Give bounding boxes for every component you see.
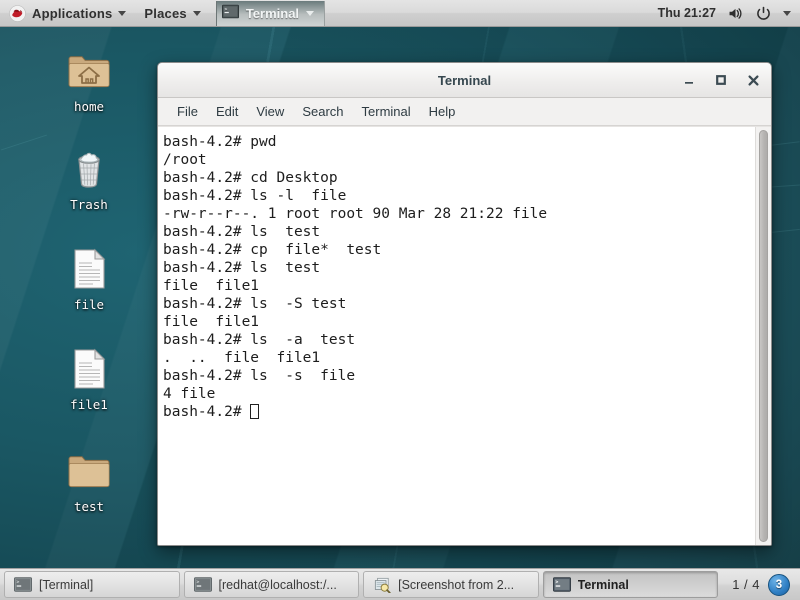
- desktop-icon-label: file: [73, 297, 105, 312]
- power-icon[interactable]: [755, 5, 772, 22]
- close-button[interactable]: [745, 72, 761, 88]
- desktop-icon-label: Trash: [70, 197, 108, 212]
- minimize-button[interactable]: [681, 72, 697, 88]
- applications-menu-label: Applications: [32, 5, 113, 21]
- terminal-line: -rw-r--r--. 1 root root 90 Mar 28 21:22 …: [163, 206, 548, 222]
- terminal-line: bash-4.2# cd Desktop: [163, 170, 338, 186]
- places-menu-label: Places: [144, 5, 187, 21]
- taskbar-item-label: [Screenshot from 2...: [398, 577, 515, 592]
- terminal-prompt: bash-4.2#: [163, 404, 251, 420]
- chevron-down-icon: [306, 10, 315, 16]
- volume-icon[interactable]: [727, 5, 744, 22]
- desktop-icon-test[interactable]: test: [41, 447, 137, 514]
- places-menu[interactable]: Places: [135, 1, 209, 26]
- top-panel-status-area: Thu 21:27: [658, 5, 800, 22]
- redhat-logo-icon: [9, 4, 26, 22]
- taskbar-item-label: [redhat@localhost:/...: [218, 577, 337, 592]
- desktop-icon-trash[interactable]: Trash: [41, 145, 137, 212]
- folder-icon: [65, 447, 113, 495]
- menu-view[interactable]: View: [247, 100, 293, 123]
- terminal-titlebar[interactable]: Terminal: [158, 63, 771, 98]
- terminal-line: bash-4.2# ls test: [163, 224, 321, 240]
- desktop-icon-label: home: [73, 99, 105, 114]
- workspace-switcher[interactable]: 1 / 4 3: [726, 573, 796, 596]
- bottom-panel: > [Terminal] > [redhat@localhost:/... [S…: [0, 568, 800, 600]
- chevron-down-icon[interactable]: [783, 10, 791, 16]
- svg-text:>: >: [224, 7, 227, 13]
- desktop-screen: Applications Places > Terminal Thu 21:27: [0, 0, 800, 600]
- terminal-scrollbar[interactable]: [755, 127, 771, 545]
- chevron-down-icon: [118, 10, 127, 16]
- desktop-icon-label: test: [73, 499, 105, 514]
- applications-menu[interactable]: Applications: [0, 1, 135, 26]
- top-window-label: Terminal: [245, 5, 300, 21]
- terminal-icon: >: [552, 577, 571, 592]
- terminal-menubar: File Edit View Search Terminal Help: [158, 98, 771, 126]
- notification-badge[interactable]: 3: [767, 573, 790, 596]
- workspace-count: 1 / 4: [732, 577, 760, 592]
- terminal-icon: >: [193, 577, 212, 592]
- terminal-icon: >: [221, 4, 239, 22]
- terminal-line: bash-4.2# ls test: [163, 260, 321, 276]
- terminal-cursor: [250, 404, 260, 419]
- scrollbar-thumb[interactable]: [759, 130, 768, 542]
- top-panel: Applications Places > Terminal Thu 21:27: [0, 0, 800, 27]
- terminal-line: bash-4.2# ls -S test: [163, 296, 347, 312]
- terminal-line: bash-4.2# cp file* test: [163, 242, 382, 258]
- trash-icon: [65, 145, 113, 193]
- taskbar-item-terminal-1[interactable]: > [Terminal]: [4, 571, 180, 598]
- menu-file[interactable]: File: [168, 100, 207, 123]
- terminal-line: bash-4.2# pwd: [163, 134, 277, 150]
- menu-edit[interactable]: Edit: [207, 100, 247, 123]
- svg-text:>: >: [555, 580, 558, 586]
- taskbar-item-label: Terminal: [577, 577, 629, 592]
- terminal-line: file file1: [163, 278, 260, 294]
- terminal-line: bash-4.2# ls -l file: [163, 188, 347, 204]
- terminal-output[interactable]: bash-4.2# pwd/root bash-4.2# cd Desktop ba…: [158, 127, 755, 545]
- taskbar-item-terminal-active[interactable]: > Terminal: [542, 571, 719, 598]
- window-title: Terminal: [437, 72, 492, 88]
- taskbar-item-label: [Terminal]: [39, 577, 94, 592]
- terminal-line: bash-4.2# ls -s file: [163, 368, 356, 384]
- terminal-line: bash-4.2# ls -a test: [163, 332, 356, 348]
- terminal-prompt-line[interactable]: bash-4.2#: [163, 403, 755, 421]
- clock[interactable]: Thu 21:27: [658, 6, 716, 20]
- window-controls: [681, 63, 761, 97]
- terminal-window[interactable]: Terminal File Edit View Search Terminal …: [157, 62, 772, 546]
- document-icon: [65, 345, 113, 393]
- terminal-body[interactable]: bash-4.2# pwd/root bash-4.2# cd Desktop ba…: [158, 126, 771, 545]
- terminal-icon: >: [14, 577, 32, 592]
- menu-help[interactable]: Help: [420, 100, 465, 123]
- document-icon: [65, 245, 113, 293]
- svg-text:>: >: [196, 580, 199, 586]
- folder-home-icon: [65, 47, 113, 95]
- terminal-line: 4 file: [163, 386, 216, 402]
- terminal-line: /root: [163, 152, 207, 168]
- desktop-icon-file1[interactable]: file1: [41, 345, 137, 412]
- top-window-menu[interactable]: > Terminal: [215, 0, 326, 26]
- screenshot-icon: [373, 577, 391, 594]
- svg-text:>: >: [16, 580, 19, 586]
- maximize-button[interactable]: [713, 72, 729, 88]
- desktop-icon-label: file1: [70, 397, 108, 412]
- chevron-down-icon: [192, 10, 201, 16]
- terminal-line: file file1: [163, 314, 260, 330]
- desktop-icon-file[interactable]: file: [41, 245, 137, 312]
- desktop-icon-home[interactable]: home: [41, 47, 137, 114]
- menu-search[interactable]: Search: [293, 100, 352, 123]
- taskbar-item-terminal-2[interactable]: > [redhat@localhost:/...: [183, 571, 360, 598]
- taskbar-item-screenshot[interactable]: [Screenshot from 2...: [363, 571, 539, 598]
- terminal-line: . .. file file1: [163, 350, 321, 366]
- menu-terminal[interactable]: Terminal: [353, 100, 420, 123]
